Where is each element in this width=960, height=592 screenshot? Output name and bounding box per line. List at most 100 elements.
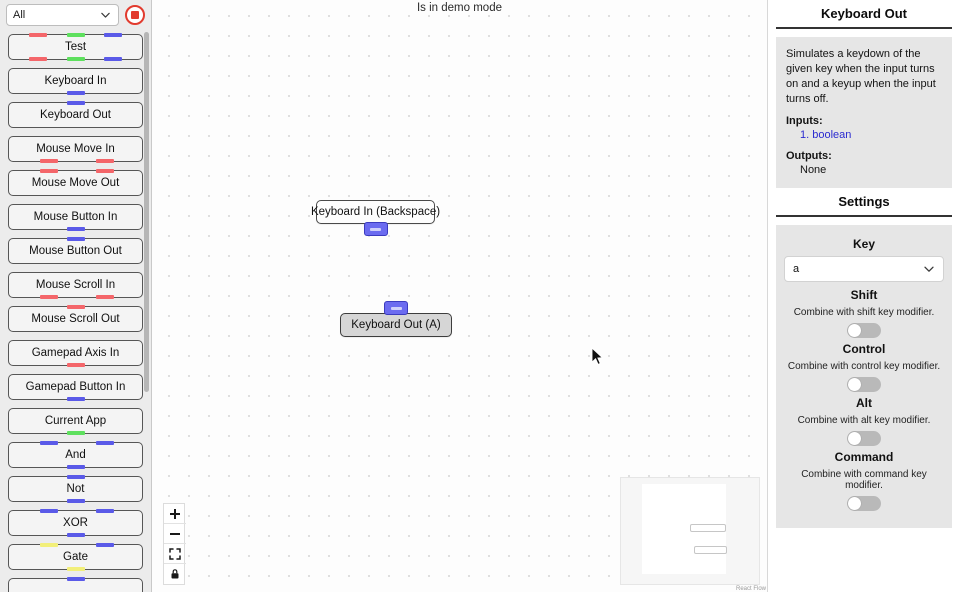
palette-item-label: And	[65, 449, 85, 461]
node-description-text: Simulates a keydown of the given key whe…	[786, 47, 942, 106]
toggle-switch-command[interactable]	[847, 496, 881, 511]
palette-item[interactable]: XOR	[8, 510, 143, 536]
lock-button[interactable]	[164, 564, 186, 584]
palette-item[interactable]: Mouse Scroll In	[8, 272, 143, 298]
palette-item[interactable]: Gamepad Axis In	[8, 340, 143, 366]
palette-port-top	[67, 101, 85, 105]
palette-item[interactable]: Keyboard Out	[8, 102, 143, 128]
minimap-viewport	[642, 484, 726, 574]
outputs-label: Outputs:	[786, 150, 942, 162]
palette-item-label: Not	[67, 483, 85, 495]
chevron-down-icon	[100, 10, 111, 21]
toggle-switch-control[interactable]	[847, 377, 881, 392]
palette-port-bot	[67, 533, 85, 537]
category-filter-select[interactable]: All	[6, 4, 119, 26]
minus-icon	[169, 528, 181, 540]
palette-item-label: Test	[65, 41, 86, 53]
node-handle-output[interactable]	[364, 222, 388, 236]
chevron-down-icon	[923, 263, 935, 275]
fit-view-button[interactable]	[164, 544, 186, 564]
palette-port-top	[96, 509, 114, 513]
palette-item[interactable]: Gate	[8, 544, 143, 570]
minimap[interactable]	[620, 477, 760, 585]
record-stop-icon	[131, 11, 139, 19]
node-description-box: Simulates a keydown of the given key whe…	[776, 37, 952, 188]
toggle-description-command: Combine with command key modifier.	[784, 469, 944, 491]
modifier-toggles: ShiftCombine with shift key modifier.Con…	[784, 288, 944, 511]
lock-icon	[169, 568, 181, 580]
palette-item[interactable]: Mouse Scroll Out	[8, 306, 143, 332]
palette-item[interactable]	[8, 578, 143, 592]
toggle-knob	[848, 324, 861, 337]
palette-port-top	[96, 543, 114, 547]
palette-port-bot	[40, 295, 58, 299]
palette-item[interactable]: Keyboard In	[8, 68, 143, 94]
palette-item[interactable]: And	[8, 442, 143, 468]
palette-port-bot	[29, 57, 47, 61]
toggle-knob	[848, 378, 861, 391]
settings-title-rule	[776, 215, 952, 217]
plus-icon	[169, 508, 181, 520]
palette-item-label: Current App	[45, 415, 106, 427]
settings-box: Key a ShiftCombine with shift key modifi…	[776, 225, 952, 528]
sidebar-toolbar: All	[0, 0, 151, 30]
toggle-label-command: Command	[784, 450, 944, 464]
inspector-title: Keyboard Out	[776, 0, 952, 27]
palette-port-bot	[67, 57, 85, 61]
toggle-label-alt: Alt	[784, 396, 944, 410]
palette-port-bot	[67, 397, 85, 401]
palette-list[interactable]: Test Keyboard In Keyboard Out Mouse Move In…	[0, 30, 151, 592]
palette-item-label: Mouse Move Out	[32, 177, 120, 189]
palette-item[interactable]: Not	[8, 476, 143, 502]
palette-item[interactable]: Test	[8, 34, 143, 60]
node-handle-input[interactable]	[384, 301, 408, 315]
flow-node-kb-in[interactable]: Keyboard In (Backspace)	[316, 200, 435, 224]
palette-item-label: Mouse Button In	[34, 211, 118, 223]
sidebar-scrollbar-track[interactable]	[144, 32, 149, 588]
handle-bar-icon	[370, 228, 381, 231]
record-stop-button[interactable]	[125, 5, 145, 25]
palette-port-bot	[96, 295, 114, 299]
key-select[interactable]: a	[784, 256, 944, 282]
palette-item[interactable]: Mouse Move In	[8, 136, 143, 162]
flow-canvas[interactable]: Is in demo mode Keyboard In (Backspace)K…	[152, 0, 768, 592]
toggle-switch-shift[interactable]	[847, 323, 881, 338]
palette-item[interactable]: Mouse Button In	[8, 204, 143, 230]
toggle-knob	[848, 432, 861, 445]
palette-item[interactable]: Gamepad Button In	[8, 374, 143, 400]
palette-port-bot	[104, 57, 122, 61]
fit-view-icon	[169, 548, 181, 560]
palette-item[interactable]: Current App	[8, 408, 143, 434]
palette-port-top	[40, 441, 58, 445]
palette-port-bot	[40, 159, 58, 163]
toggle-description-control: Combine with control key modifier.	[784, 361, 944, 372]
flow-node-label: Keyboard In (Backspace)	[311, 206, 440, 218]
inputs-value[interactable]: 1. boolean	[800, 129, 942, 141]
toggle-label-control: Control	[784, 342, 944, 356]
palette-port-top	[67, 475, 85, 479]
toggle-switch-alt[interactable]	[847, 431, 881, 446]
palette-item-label: Mouse Button Out	[29, 245, 122, 257]
inspector-title-rule	[776, 27, 952, 29]
palette-item-label: Gamepad Axis In	[32, 347, 120, 359]
palette-port-top	[96, 441, 114, 445]
inspector-panel: Keyboard Out Simulates a keydown of the …	[768, 0, 960, 592]
palette-item[interactable]: Mouse Move Out	[8, 170, 143, 196]
palette-port-top	[67, 305, 85, 309]
palette-item[interactable]: Mouse Button Out	[8, 238, 143, 264]
zoom-out-button[interactable]	[164, 524, 186, 544]
toggle-knob	[848, 497, 861, 510]
palette-port-top	[40, 543, 58, 547]
palette-port-top	[96, 169, 114, 173]
sidebar-scrollbar-thumb[interactable]	[144, 32, 149, 392]
canvas-controls	[163, 503, 185, 585]
toggle-description-shift: Combine with shift key modifier.	[784, 307, 944, 318]
palette-port-bot	[67, 91, 85, 95]
flow-node-kb-out[interactable]: Keyboard Out (A)	[340, 313, 452, 337]
zoom-in-button[interactable]	[164, 504, 186, 524]
key-setting-label: Key	[784, 237, 944, 251]
settings-title: Settings	[776, 188, 952, 215]
palette-port-bot	[67, 227, 85, 231]
react-flow-attribution[interactable]: React Flow	[736, 586, 766, 592]
palette-port-bot	[67, 465, 85, 469]
